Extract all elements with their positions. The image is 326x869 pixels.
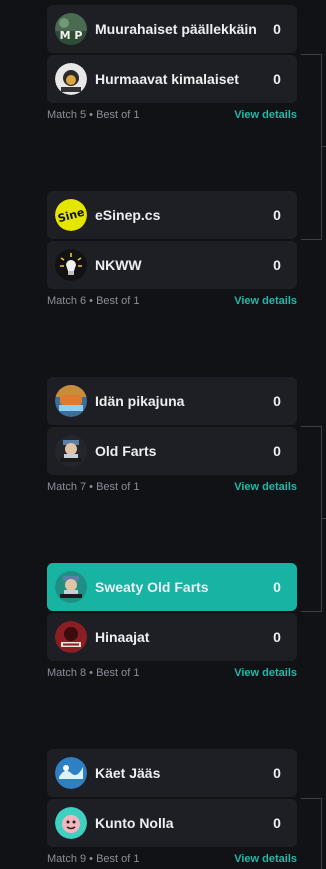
sweaty-old-farts-logo-icon [55,571,87,603]
team-score: 0 [273,207,281,223]
team-score: 0 [273,579,281,595]
match-meta: Match 8 • Best of 1 View details [47,666,297,680]
match-label: Match 9 • Best of 1 [47,853,140,865]
team-name: Hurmaavat kimalaiset [95,71,239,87]
muurahaiset-logo-icon: M P [55,13,87,45]
team-slot[interactable]: Hinaajat 0 [47,613,297,661]
match-label: Match 5 • Best of 1 [47,109,140,121]
team-score: 0 [273,257,281,273]
match-card-5: M P Muurahaiset päällekkäin 0 Hurmaavat … [47,5,297,122]
team-score: 0 [273,765,281,781]
team-slot[interactable]: M P Muurahaiset päällekkäin 0 [47,5,297,53]
view-details-link[interactable]: View details [234,109,297,121]
team-slot[interactable]: NKWW 0 [47,241,297,289]
team-name: Hinaajat [95,629,150,645]
team-name: Old Farts [95,443,157,459]
team-score: 0 [273,393,281,409]
team-name: Idän pikajuna [95,393,185,409]
view-details-link[interactable]: View details [234,667,297,679]
view-details-link[interactable]: View details [234,295,297,307]
match-meta: Match 7 • Best of 1 View details [47,480,297,494]
kunto-nolla-logo-icon [55,807,87,839]
team-name: Kunto Nolla [95,815,174,831]
match-label: Match 7 • Best of 1 [47,481,140,493]
team-slot[interactable]: Kunto Nolla 0 [47,799,297,847]
team-score: 0 [273,629,281,645]
hinaajat-logo-icon [55,621,87,653]
svg-text:M P: M P [60,29,83,42]
match-meta: Match 5 • Best of 1 View details [47,108,297,122]
esinep-logo-icon: Sine [55,199,87,231]
team-slot[interactable]: Old Farts 0 [47,427,297,475]
bracket-connector [301,54,322,240]
bracket-connector [301,798,322,869]
idan-pikajuna-logo-icon [55,385,87,417]
bracket-connector [301,426,322,612]
team-slot-highlighted[interactable]: Sweaty Old Farts 0 [47,563,297,611]
kaet-jaas-logo-icon [55,757,87,789]
match-meta: Match 9 • Best of 1 View details [47,852,297,866]
team-score: 0 [273,443,281,459]
match-card-6: Sine eSinep.cs 0 NKWW 0 Match 6 • Best o… [47,191,297,308]
nkww-logo-icon [55,249,87,281]
team-slot[interactable]: Käet Jääs 0 [47,749,297,797]
team-name: NKWW [95,257,142,273]
old-farts-logo-icon [55,435,87,467]
team-name: Muurahaiset päällekkäin [95,21,257,37]
bracket-connector-stub [321,518,326,519]
view-details-link[interactable]: View details [234,853,297,865]
view-details-link[interactable]: View details [234,481,297,493]
match-label: Match 6 • Best of 1 [47,295,140,307]
team-name: Sweaty Old Farts [95,579,209,595]
team-slot[interactable]: Hurmaavat kimalaiset 0 [47,55,297,103]
match-card-7: Idän pikajuna 0 Old Farts 0 Match 7 • Be… [47,377,297,494]
match-label: Match 8 • Best of 1 [47,667,140,679]
match-meta: Match 6 • Best of 1 View details [47,294,297,308]
match-card-9: Käet Jääs 0 Kunto Nolla 0 Match 9 • Best… [47,749,297,866]
kimalaiset-logo-icon [55,63,87,95]
team-name: eSinep.cs [95,207,161,223]
team-name: Käet Jääs [95,765,161,781]
team-score: 0 [273,71,281,87]
team-score: 0 [273,815,281,831]
team-slot[interactable]: Sine eSinep.cs 0 [47,191,297,239]
bracket-connector-stub [321,146,326,147]
team-slot[interactable]: Idän pikajuna 0 [47,377,297,425]
team-score: 0 [273,21,281,37]
bracket-column: M P Muurahaiset päällekkäin 0 Hurmaavat … [0,0,326,869]
match-card-8: Sweaty Old Farts 0 Hinaajat 0 Match 8 • … [47,563,297,680]
